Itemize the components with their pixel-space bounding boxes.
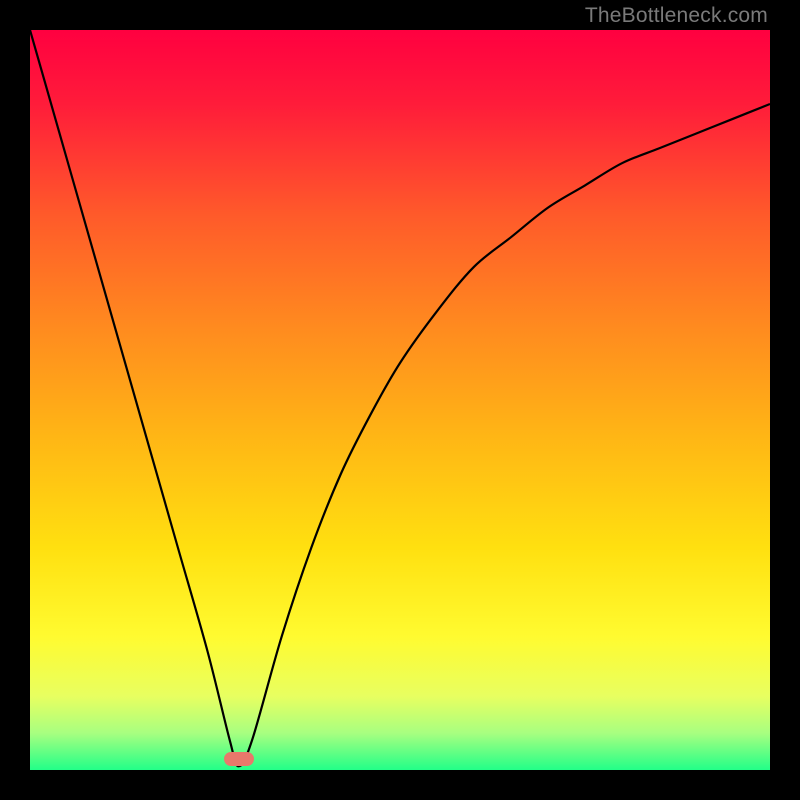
watermark-text: TheBottleneck.com	[585, 4, 768, 28]
chart-frame: TheBottleneck.com	[0, 0, 800, 800]
plot-area	[30, 30, 770, 770]
optimal-marker	[224, 752, 254, 766]
bottleneck-curve	[30, 30, 770, 770]
